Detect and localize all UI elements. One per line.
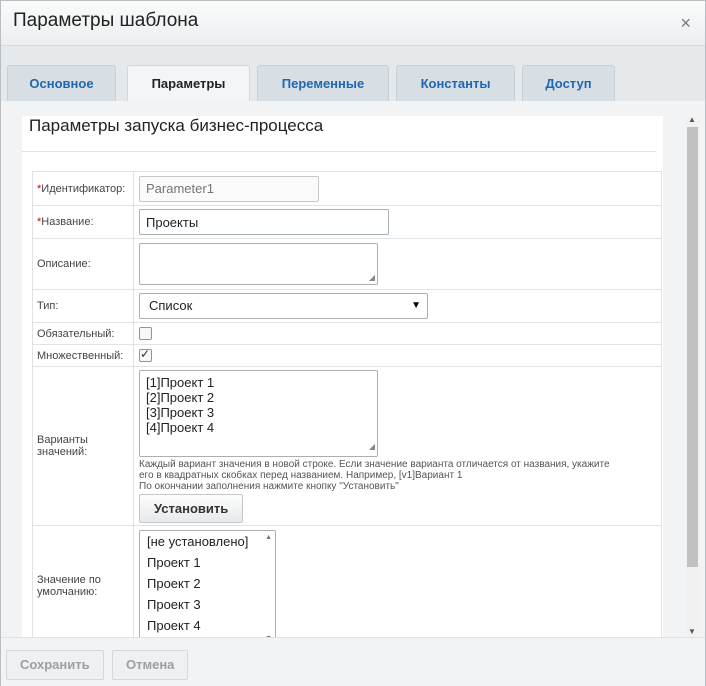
- close-icon[interactable]: ×: [680, 13, 691, 34]
- cancel-button[interactable]: Отмена: [112, 650, 189, 680]
- scroll-up-icon[interactable]: ▲: [265, 534, 272, 541]
- option-line: [3]Проект 3: [146, 405, 215, 420]
- list-item[interactable]: Проект 4: [140, 615, 275, 636]
- tab-access[interactable]: Доступ: [522, 65, 615, 101]
- content-scrollbar[interactable]: ▲ ▼: [686, 115, 699, 636]
- required-checkbox[interactable]: [139, 327, 152, 340]
- chevron-down-icon: ▼: [411, 300, 421, 311]
- name-input[interactable]: [139, 209, 389, 235]
- parameters-panel: Параметры запуска бизнес-процесса *Идент…: [22, 116, 663, 637]
- form-row-multiple: Множественный: ✓: [32, 344, 662, 367]
- multiple-checkbox[interactable]: ✓: [139, 347, 152, 362]
- options-hint: Каждый вариант значения в новой строке. …: [139, 459, 610, 481]
- name-label: Название:: [41, 216, 94, 228]
- type-select[interactable]: Список ▼: [139, 293, 428, 319]
- section-divider: [22, 151, 656, 152]
- dialog-title: Параметры шаблона: [13, 10, 199, 31]
- list-item[interactable]: [не установлено]: [140, 531, 275, 552]
- option-line: [4]Проект 4: [146, 420, 215, 435]
- section-title: Параметры запуска бизнес-процесса: [29, 116, 324, 135]
- option-line: [1]Проект 1: [146, 375, 215, 390]
- check-icon: ✓: [140, 347, 151, 361]
- parameter-form: *Идентификатор: *Название: Описание:: [32, 171, 662, 637]
- tab-variables[interactable]: Переменные: [257, 65, 389, 101]
- template-parameters-dialog: Параметры шаблона × Основное Параметры П…: [0, 0, 706, 686]
- option-line: [2]Проект 2: [146, 390, 215, 405]
- form-row-id: *Идентификатор:: [32, 171, 662, 206]
- required-label: Обязательный:: [32, 322, 134, 345]
- default-label: Значение по умолчанию:: [32, 525, 134, 637]
- scroll-up-icon[interactable]: ▲: [688, 115, 696, 124]
- scrollbar-thumb[interactable]: [687, 127, 698, 567]
- dialog-footer: Сохранить Отмена: [1, 637, 705, 686]
- type-select-value: Список: [149, 298, 193, 313]
- description-textarea[interactable]: ◢: [139, 243, 378, 285]
- save-button[interactable]: Сохранить: [6, 650, 104, 680]
- options-label: Варианты значений:: [32, 366, 134, 526]
- scroll-down-icon[interactable]: ▼: [688, 627, 696, 636]
- options-textarea[interactable]: [1]Проект 1 [2]Проект 2 [3]Проект 3 [4]П…: [139, 370, 378, 457]
- apply-button[interactable]: Установить: [139, 494, 244, 523]
- dialog-titlebar[interactable]: Параметры шаблона ×: [1, 1, 705, 46]
- form-row-name: *Название:: [32, 205, 662, 239]
- type-label: Тип:: [32, 289, 134, 323]
- description-label: Описание:: [32, 238, 134, 290]
- list-item[interactable]: Проект 3: [140, 594, 275, 615]
- tab-parameters[interactable]: Параметры: [127, 65, 250, 102]
- resize-grip-icon[interactable]: ◢: [369, 273, 375, 282]
- list-item[interactable]: Проект 2: [140, 573, 275, 594]
- id-input[interactable]: [139, 175, 319, 202]
- multiple-label: Множественный:: [32, 344, 134, 367]
- form-row-options: Варианты значений: [1]Проект 1 [2]Проект…: [32, 366, 662, 526]
- form-row-type: Тип: Список ▼: [32, 289, 662, 323]
- form-row-required: Обязательный:: [32, 322, 662, 345]
- tab-bar: Основное Параметры Переменные Константы …: [1, 46, 705, 102]
- tab-content: Параметры запуска бизнес-процесса *Идент…: [7, 101, 687, 637]
- list-item[interactable]: Проект 1: [140, 552, 275, 573]
- resize-grip-icon[interactable]: ◢: [369, 439, 375, 454]
- form-row-description: Описание: ◢: [32, 238, 662, 290]
- tab-main[interactable]: Основное: [7, 65, 116, 101]
- default-listbox[interactable]: [не установлено] Проект 1 Проект 2 Проек…: [139, 530, 276, 637]
- form-row-default: Значение по умолчанию: [не установлено] …: [32, 525, 662, 637]
- id-label: Идентификатор:: [41, 182, 126, 195]
- tab-constants[interactable]: Константы: [396, 65, 515, 101]
- options-hint-apply: По окончании заполнения нажмите кнопку "…: [139, 481, 399, 492]
